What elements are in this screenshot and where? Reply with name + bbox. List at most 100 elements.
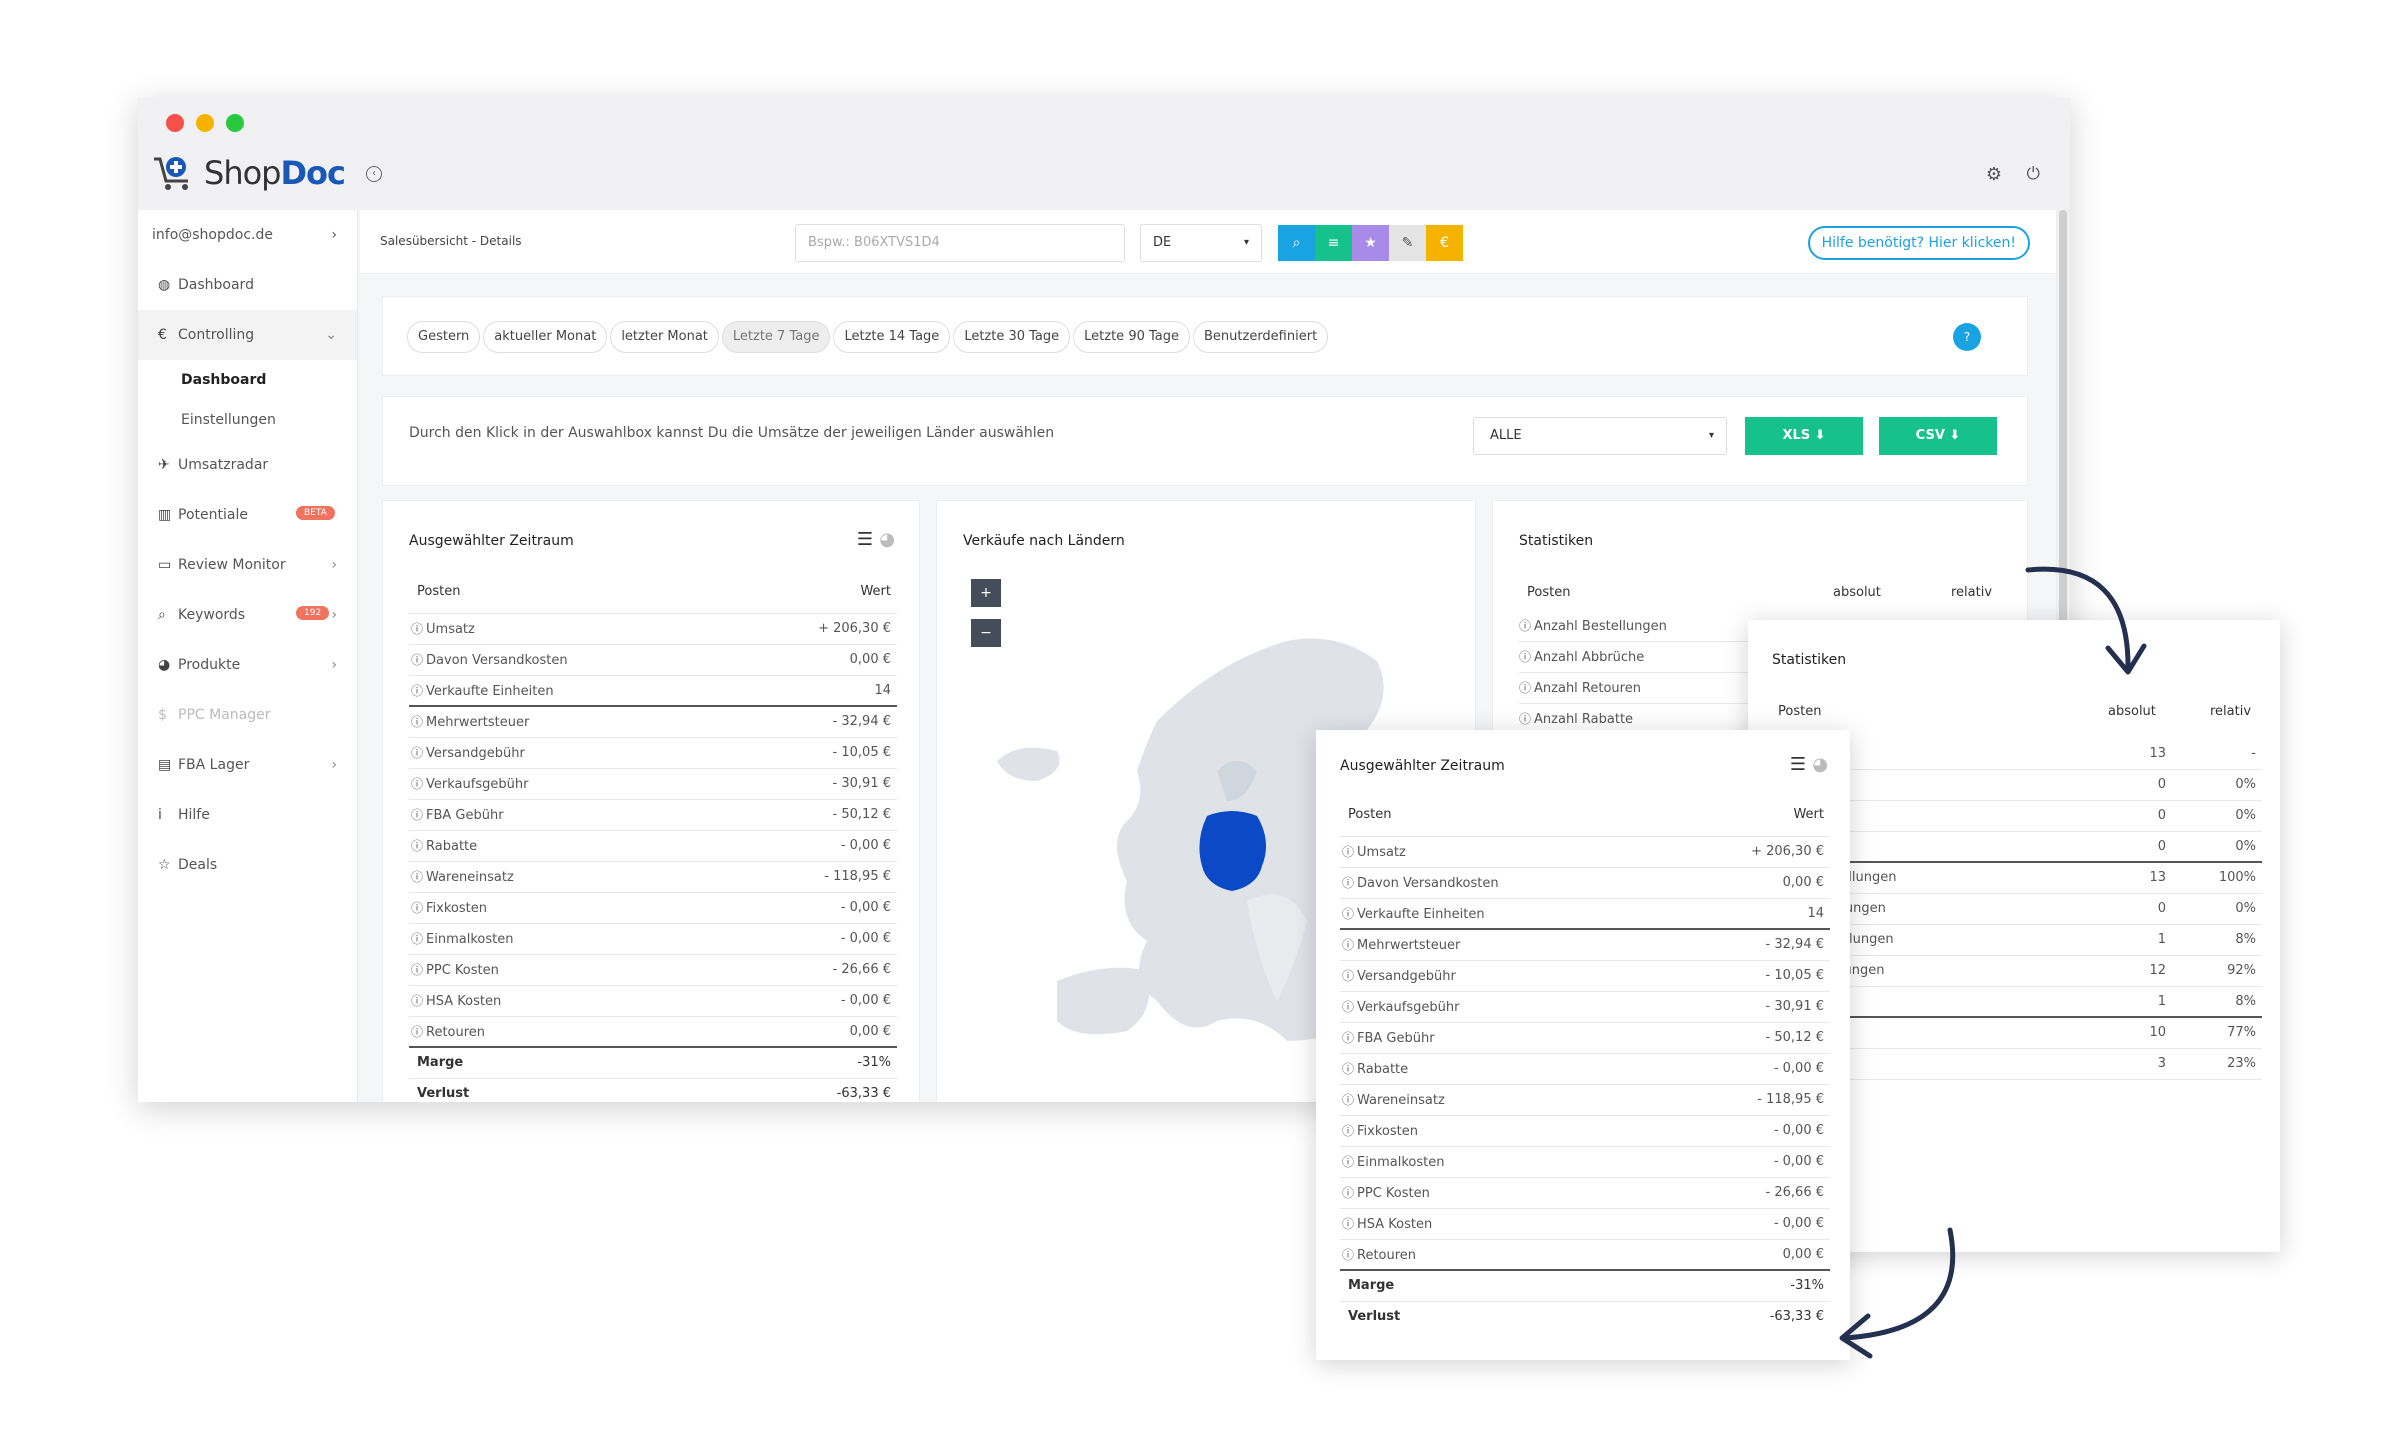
zeitraum-row: ⓘ PPC Kosten - 26,66 € <box>409 954 897 986</box>
breadcrumb: Salesübersicht - Details <box>380 234 522 248</box>
posten-value: - 32,94 € <box>1667 929 1830 961</box>
sidebar-item-controlling[interactable]: € Controlling ⌄ <box>138 310 357 360</box>
country-filter-hint: Durch den Klick in der Auswahlbox kannst… <box>409 425 1055 441</box>
range-aktueller-monat[interactable]: aktueller Monat <box>483 321 608 353</box>
info-icon[interactable]: ⓘ <box>411 808 423 822</box>
info-icon[interactable]: ⓘ <box>411 777 423 791</box>
sidebar-item-umsatzradar[interactable]: ✈ Umsatzradar <box>138 440 357 490</box>
help-button[interactable]: Hilfe benötigt? Hier klicken! <box>1807 226 2030 260</box>
info-icon[interactable]: ⓘ <box>1342 876 1354 890</box>
help-question-icon[interactable]: ? <box>1953 323 1981 351</box>
info-icon[interactable]: ⓘ <box>411 932 423 946</box>
country-multi-select[interactable]: ALLE ▾ <box>1473 417 1727 455</box>
asin-search-input[interactable]: Bspw.: B06XTVS1D4 <box>795 224 1125 262</box>
info-icon[interactable]: ⓘ <box>411 901 423 915</box>
verlust-row: Verlust -63,33 € <box>409 1078 897 1102</box>
collapse-sidebar-icon[interactable]: ‹ <box>366 166 382 182</box>
pie-view-icon[interactable]: ◕ <box>879 529 895 550</box>
zeitraum-row: ⓘ Einmalkosten - 0,00 € <box>409 923 897 955</box>
list-view-icon[interactable]: ☰ <box>857 529 873 550</box>
sidebar-item-potentiale[interactable]: ▥ Potentiale BETA <box>138 490 357 540</box>
range-benutzerdefiniert[interactable]: Benutzerdefiniert <box>1193 321 1329 353</box>
zeitraum-card: Ausgewählter Zeitraum ☰ ◕ Posten Wert ⓘ Um… <box>382 500 920 1102</box>
range-letzter-monat[interactable]: letzter Monat <box>610 321 719 353</box>
posten-label: Verkaufsgebühr <box>1357 1000 1460 1015</box>
info-icon[interactable]: ⓘ <box>1519 712 1531 726</box>
info-icon[interactable]: ⓘ <box>411 839 423 853</box>
sidebar-item-deals[interactable]: ☆ Deals <box>138 840 357 890</box>
sidebar-subitem-einstellungen[interactable]: Einstellungen <box>138 400 357 440</box>
sidebar: info@shopdoc.de › ◍ Dashboard € Controlling… <box>138 210 358 1102</box>
posten-label: Rabatte <box>426 839 478 854</box>
sidebar-item-review-monitor[interactable]: ▭ Review Monitor › <box>138 540 357 590</box>
sidebar-item-fba-lager[interactable]: ▤ FBA Lager › <box>138 740 357 790</box>
range-letzte-90-tage[interactable]: Letzte 90 Tage <box>1073 321 1190 353</box>
minimize-window-button[interactable] <box>196 114 214 132</box>
info-icon[interactable]: ⓘ <box>1342 1186 1354 1200</box>
info-icon[interactable]: ⓘ <box>1342 1248 1354 1262</box>
sidebar-item-ppc-manager[interactable]: $ PPC Manager <box>138 690 357 740</box>
stats-abs: 1 <box>2082 924 2172 956</box>
info-icon[interactable]: ⓘ <box>1342 907 1354 921</box>
info-icon[interactable]: ⓘ <box>411 684 423 698</box>
edit-button[interactable]: ✎ <box>1389 225 1426 261</box>
info-icon[interactable]: ⓘ <box>1342 1155 1354 1169</box>
sidebar-item-produkte[interactable]: ◕ Produkte › <box>138 640 357 690</box>
export-xls-button[interactable]: XLS ⬇ <box>1745 417 1863 455</box>
stats-rel: 0% <box>2172 769 2262 801</box>
info-icon[interactable]: ⓘ <box>1342 1031 1354 1045</box>
info-icon[interactable]: ⓘ <box>1342 1000 1354 1014</box>
info-icon[interactable]: ⓘ <box>411 653 423 667</box>
list-view-icon[interactable]: ☰ <box>1790 754 1806 775</box>
range-gestern[interactable]: Gestern <box>407 321 481 353</box>
sidebar-item-keywords[interactable]: ⌕ Keywords 192 › <box>138 590 357 640</box>
info-icon[interactable]: ⓘ <box>411 746 423 760</box>
close-window-button[interactable] <box>166 114 184 132</box>
info-icon[interactable]: ⓘ <box>411 963 423 977</box>
currency-button[interactable]: € <box>1426 225 1463 261</box>
range-letzte-7-tage[interactable]: Letzte 7 Tage <box>721 321 831 353</box>
info-icon[interactable]: ⓘ <box>411 994 423 1008</box>
sidebar-item-hilfe[interactable]: i Hilfe <box>138 790 357 840</box>
title-bar: ShopDoc ‹ ⚙ ⏻ <box>138 98 2070 210</box>
power-icon[interactable]: ⏻ <box>2027 164 2040 184</box>
list-button[interactable]: ≡ <box>1315 225 1352 261</box>
stats-bg-label: Anzahl Abbrüche <box>1534 650 1645 665</box>
info-icon[interactable]: ⓘ <box>1342 845 1354 859</box>
settings-gear-icon[interactable]: ⚙ <box>1986 164 2002 185</box>
info-icon[interactable]: ⓘ <box>1519 681 1531 695</box>
info-icon[interactable]: ⓘ <box>1342 1124 1354 1138</box>
chevron-right-icon: › <box>331 607 337 623</box>
info-icon[interactable]: ⓘ <box>1342 1217 1354 1231</box>
marge-label: Marge <box>409 1047 735 1079</box>
sidebar-subitem-dashboard[interactable]: Dashboard <box>138 360 357 400</box>
zeitraum-title: Ausgewählter Zeitraum <box>409 533 574 549</box>
maximize-window-button[interactable] <box>226 114 244 132</box>
account-email[interactable]: info@shopdoc.de › <box>138 210 357 260</box>
sidebar-item-dashboard[interactable]: ◍ Dashboard <box>138 260 357 310</box>
info-icon[interactable]: ⓘ <box>411 870 423 884</box>
info-icon[interactable]: ⓘ <box>411 622 423 636</box>
info-icon[interactable]: ⓘ <box>1342 938 1354 952</box>
logo[interactable]: ShopDoc <box>152 153 346 193</box>
info-icon[interactable]: ⓘ <box>1342 969 1354 983</box>
search-button[interactable]: ⌕ <box>1278 225 1315 261</box>
info-icon[interactable]: ⓘ <box>411 1025 423 1039</box>
country-select[interactable]: DE ▾ <box>1140 224 1262 262</box>
pie-view-icon[interactable]: ◕ <box>1812 754 1828 775</box>
favorite-button[interactable]: ★ <box>1352 225 1389 261</box>
box-icon: ▤ <box>158 757 172 773</box>
info-icon[interactable]: ⓘ <box>411 715 423 729</box>
export-csv-button[interactable]: CSV ⬇ <box>1879 417 1997 455</box>
range-letzte-14-tage[interactable]: Letzte 14 Tage <box>833 321 951 353</box>
range-letzte-30-tage[interactable]: Letzte 30 Tage <box>953 321 1071 353</box>
info-icon[interactable]: ⓘ <box>1519 650 1531 664</box>
stats-bg-label: Anzahl Retouren <box>1534 681 1641 696</box>
info-icon[interactable]: ⓘ <box>1342 1062 1354 1076</box>
stats-abs: 13 <box>2082 738 2172 770</box>
posten-label: Fixkosten <box>1357 1124 1418 1139</box>
info-icon[interactable]: ⓘ <box>1519 619 1531 633</box>
zeitraum-overlay-table: Posten Wert ⓘ Umsatz + 206,30 € ⓘ Davon Versa… <box>1340 794 1830 1332</box>
info-icon[interactable]: ⓘ <box>1342 1093 1354 1107</box>
posten-label: Einmalkosten <box>1357 1155 1445 1170</box>
